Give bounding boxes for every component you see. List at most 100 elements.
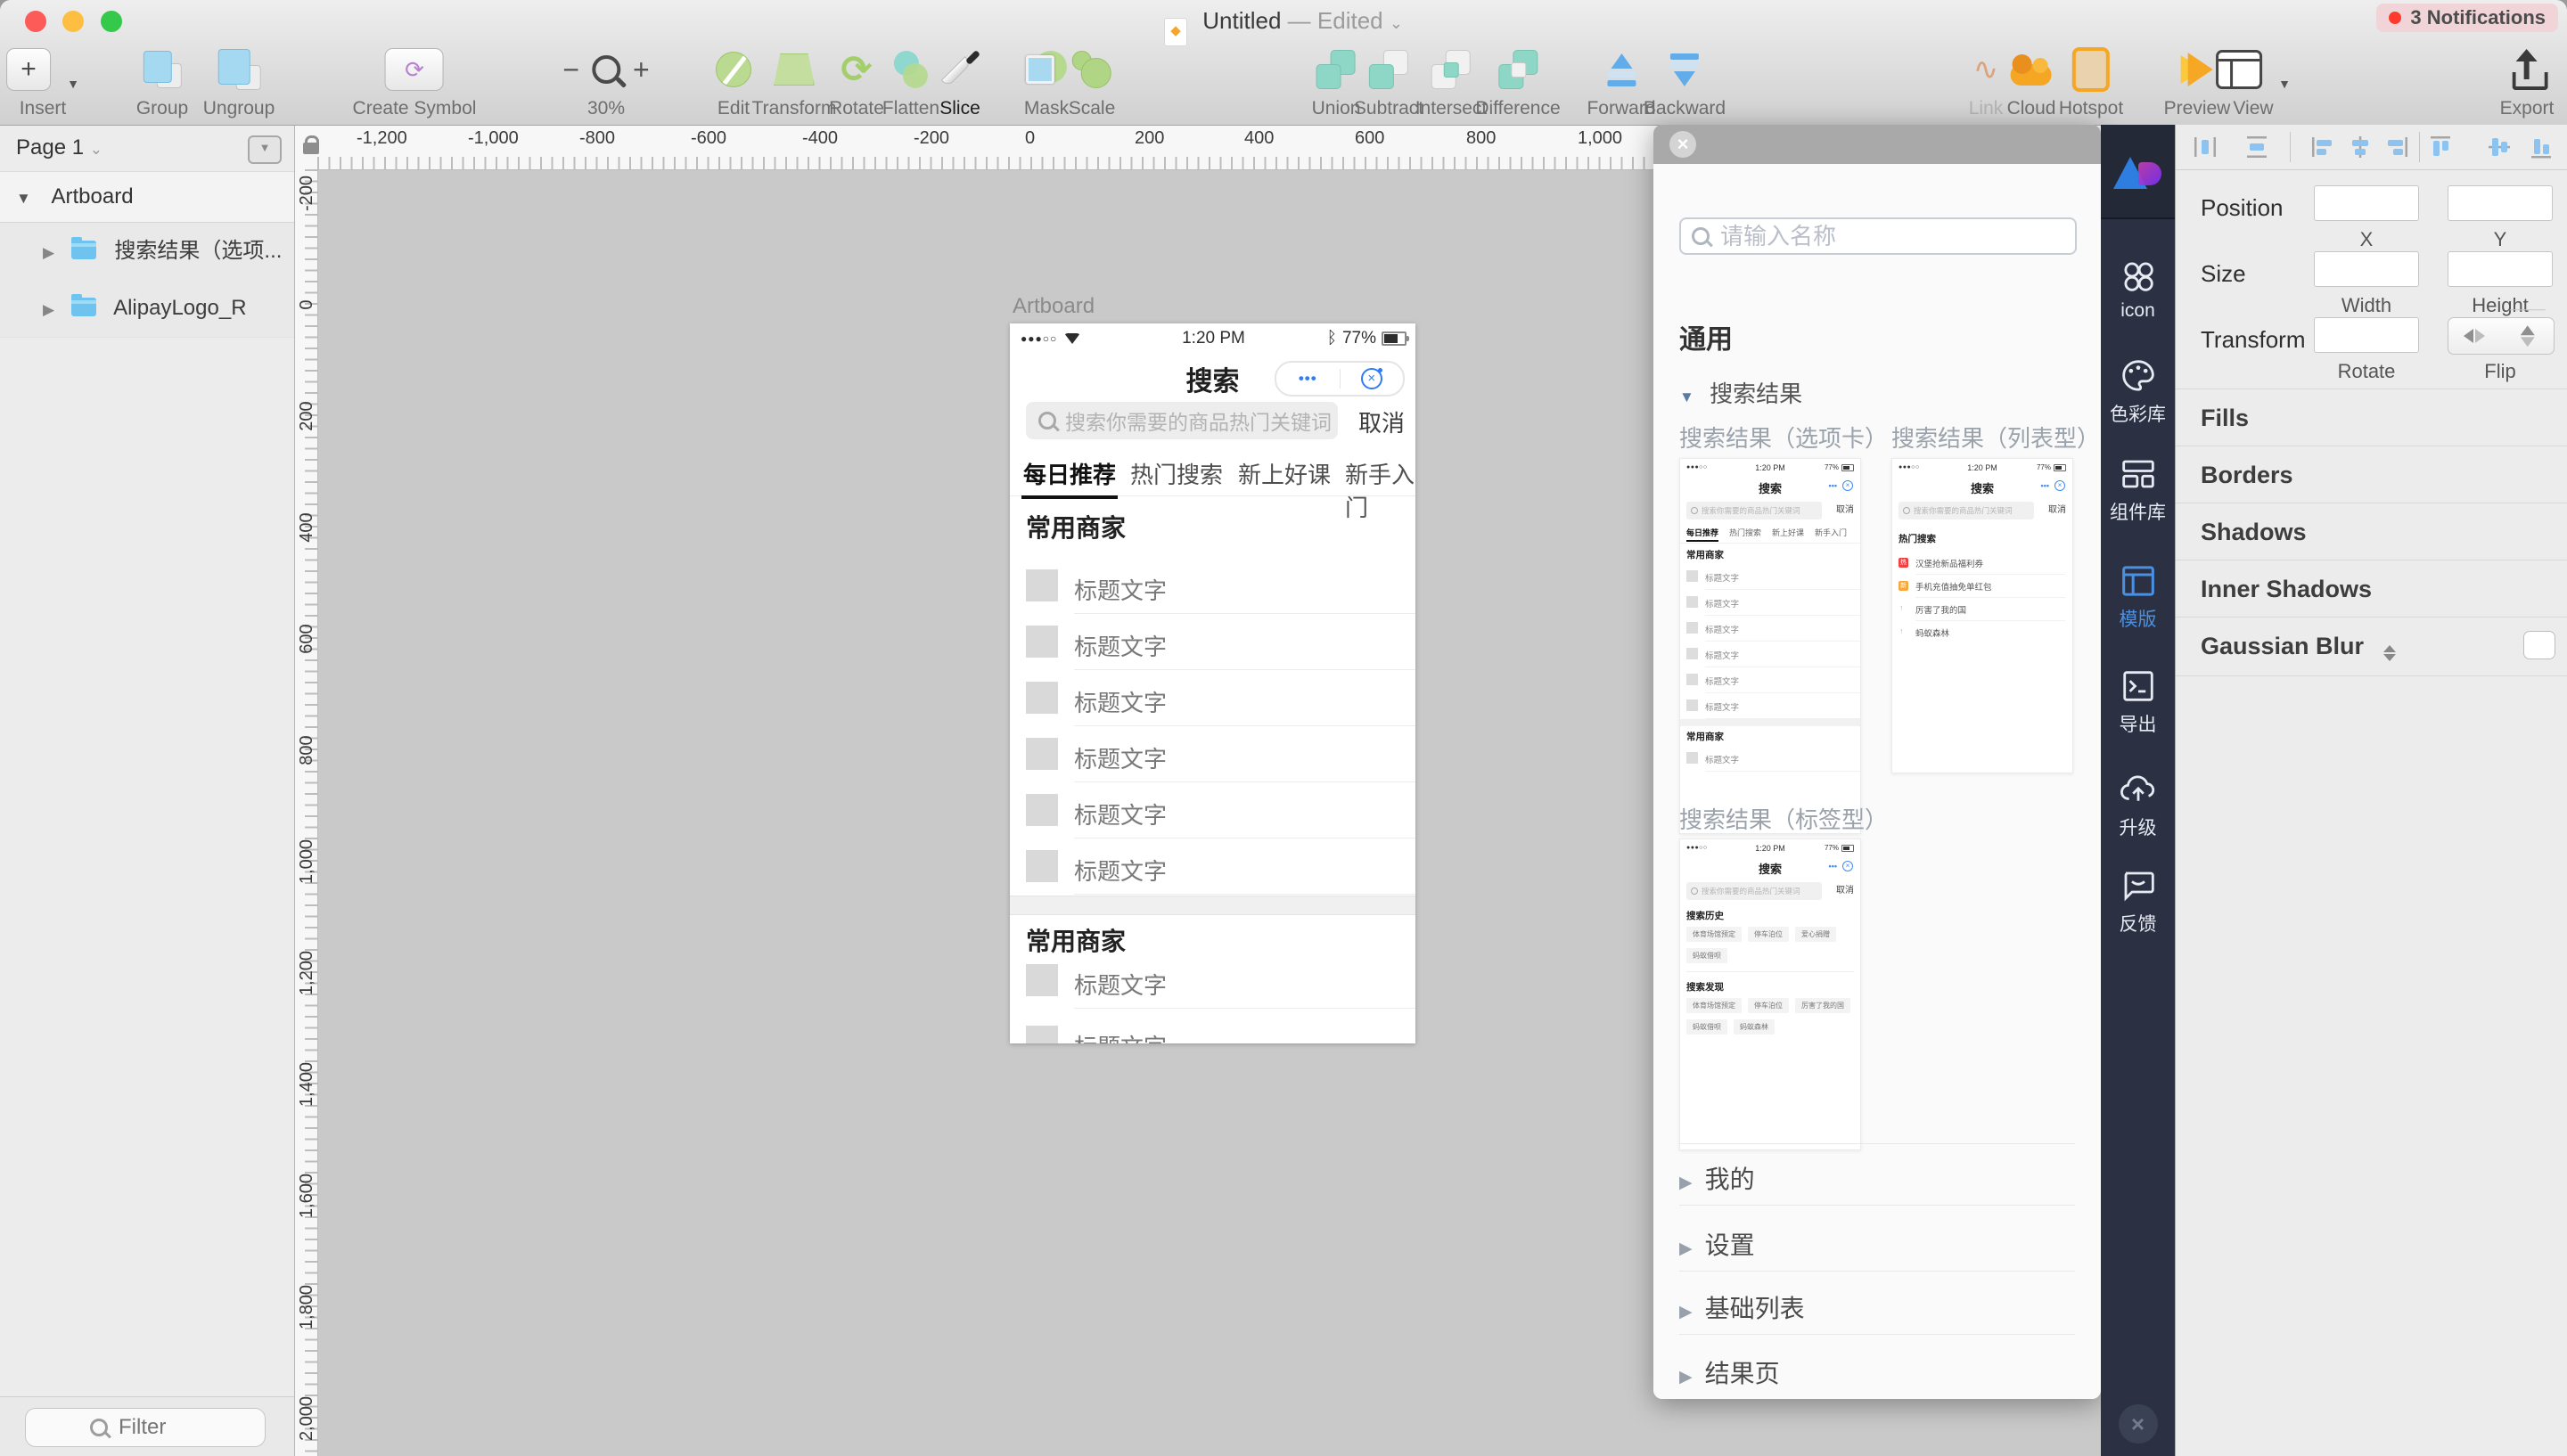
align-middle-vertical-icon[interactable] [2486,134,2513,160]
rotate-button[interactable]: ⟳ Rotate [829,43,884,119]
nav-item-export[interactable]: 导出 [2101,668,2175,737]
list-item[interactable]: 标题文字 [1010,614,1415,670]
edit-button[interactable]: Edit [716,43,751,119]
list-item[interactable]: 标题文字 [1010,838,1415,895]
layer-row-search-result[interactable]: ▶ 搜索结果（选项... [0,223,294,281]
list-item[interactable]: 标题文字 [1010,726,1415,782]
nav-item-upgrade[interactable]: 升级 [2101,772,2175,840]
stepper-chevrons-icon[interactable] [2383,645,2396,661]
section-mine[interactable]: ▶我的 [1679,1160,1755,1196]
list-item[interactable]: 标题文字 [1010,1014,1415,1043]
rotate-field[interactable] [2314,317,2419,353]
page-list-toggle-icon[interactable]: ▼ [248,135,282,164]
backward-button[interactable]: Backward [1644,43,1726,119]
disclosure-down-icon[interactable]: ▼ [1679,389,1694,405]
scale-button[interactable]: Scale [1069,43,1116,119]
thumbnail-placeholder [1026,1026,1058,1043]
tab-hot[interactable]: 热门搜索 [1130,457,1223,490]
group-button[interactable]: Group [136,43,188,119]
flatten-button[interactable]: Flatten [882,43,939,119]
tab-beginner[interactable]: 新手入门 [1345,457,1415,523]
artboard-title[interactable]: Artboard [1013,294,1095,319]
gaussian-blur-section[interactable]: Gaussian Blur [2201,633,2396,661]
borders-section[interactable]: Borders [2201,462,2293,489]
inner-shadows-section[interactable]: Inner Shadows [2201,576,2372,603]
position-x-field[interactable] [2314,185,2419,221]
lock-icon[interactable] [303,143,319,154]
layer-filter-field[interactable] [25,1408,266,1447]
list-item[interactable]: 标题文字 [1010,670,1415,726]
list-item[interactable]: 标题文字 [1010,953,1415,1009]
tab-new-course[interactable]: 新上好课 [1238,457,1331,490]
gaussian-blur-checkbox[interactable] [2523,631,2555,659]
disclosure-right-icon[interactable]: ▶ [43,301,54,318]
distribute-horizontally-icon[interactable] [2192,134,2218,160]
section-settings[interactable]: ▶设置 [1679,1226,1755,1262]
notifications-badge[interactable]: 3 Notifications [2376,4,2558,32]
align-center-horizontal-icon[interactable] [2347,134,2374,160]
disclosure-down-icon[interactable]: ▼ [16,190,31,207]
insert-button[interactable]: +▼ Insert [6,43,79,119]
close-circle-button[interactable]: × [1341,368,1404,389]
nav-item-feedback[interactable]: 反馈 [2101,868,2175,937]
filter-input[interactable] [117,1414,201,1441]
transform-button[interactable]: Transform [752,43,837,119]
disclosure-right-icon[interactable]: ▶ [43,244,54,261]
layer-row-alipay-logo[interactable]: ▶ AlipayLogo_R [0,280,294,338]
zoom-out-button[interactable]: − [562,53,579,86]
align-bottom-icon[interactable] [2528,134,2555,160]
position-y-field[interactable] [2448,185,2553,221]
title-chevron-icon[interactable]: ⌄ [1390,14,1403,32]
distribute-vertically-icon[interactable] [2243,134,2270,160]
artboard-canvas[interactable]: ●●●○○ 1:20 PM ᛒ 77% 搜索 ••• × 搜索你需要的商品热门关… [1010,323,1415,1043]
zoom-control[interactable]: − + 30% [562,43,649,119]
create-symbol-button[interactable]: ⟳ Create Symbol [353,43,477,119]
plugin-logo[interactable] [2101,125,2175,219]
tab-daily[interactable]: 每日推荐 [1023,457,1116,490]
vertical-ruler[interactable]: -200 0 200 400 600 800 1,000 1,200 1,400… [295,169,318,1456]
component-search-input[interactable] [1718,222,2043,251]
component-search-field[interactable] [1679,217,2077,255]
panel-header[interactable]: × [1653,125,2101,164]
nav-item-color-library[interactable]: 色彩库 [2101,358,2175,427]
align-right-icon[interactable] [2383,134,2410,160]
flip-horizontal-button[interactable] [2448,318,2501,354]
list-item[interactable]: 标题文字 [1010,782,1415,838]
link-button[interactable]: ∿ Link [1969,43,2004,119]
mask-button[interactable]: Mask [1024,43,1069,119]
difference-button[interactable]: Difference [1475,43,1560,119]
more-button[interactable]: ••• [1276,370,1340,388]
height-field[interactable] [2448,251,2553,287]
component-card-list-type[interactable]: ●●●○○ 1:20 PM 77% 搜索 •••× 搜索你需要的商品热门关键词 … [1891,458,2073,773]
page-selector[interactable]: Page 1 ⌄ ▼ [0,125,294,171]
nav-item-icon-library[interactable]: icon [2101,258,2175,322]
ungroup-button[interactable]: Ungroup [203,43,275,119]
slice-button[interactable]: Slice [939,43,980,119]
list-item[interactable]: 标题文字 [1010,558,1415,614]
export-button[interactable]: Export [2500,43,2555,119]
artboard-group-row[interactable]: ▼ Artboard [0,171,294,223]
section-search-results[interactable]: ▼ 搜索结果 [1679,376,1802,409]
fills-section[interactable]: Fills [2201,405,2249,432]
close-plugin-button[interactable]: × [2119,1404,2158,1444]
view-button[interactable]: ▼ View [2216,43,2291,119]
section-result-page[interactable]: ▶结果页 [1679,1354,1780,1390]
align-left-icon[interactable] [2309,134,2336,160]
folder-icon [71,298,96,316]
nav-item-component-library[interactable]: 组件库 [2101,456,2175,525]
shadows-section[interactable]: Shadows [2201,519,2307,546]
align-top-icon[interactable] [2427,134,2454,160]
close-icon[interactable]: × [1669,131,1696,158]
hotspot-button[interactable]: Hotspot [2059,43,2123,119]
component-card-tag-type[interactable]: ●●●○○ 1:20 PM 77% 搜索 •••× 搜索你需要的商品热门关键词 … [1679,838,1861,1150]
cancel-button[interactable]: 取消 [1358,405,1405,438]
search-field[interactable]: 搜索你需要的商品热门关键词 [1026,402,1338,439]
component-card-tab-type[interactable]: ●●●○○ 1:20 PM 77% 搜索 •••× 搜索你需要的商品热门关键词 … [1679,458,1861,834]
zoom-in-button[interactable]: + [633,53,650,86]
flip-vertical-button[interactable] [2509,309,2545,363]
section-basic-list[interactable]: ▶基础列表 [1679,1289,1805,1325]
subtract-button[interactable]: Subtract [1354,43,1423,119]
cloud-button[interactable]: Cloud [2007,43,2056,119]
nav-item-templates[interactable]: 模版 [2101,563,2175,632]
width-field[interactable] [2314,251,2419,287]
